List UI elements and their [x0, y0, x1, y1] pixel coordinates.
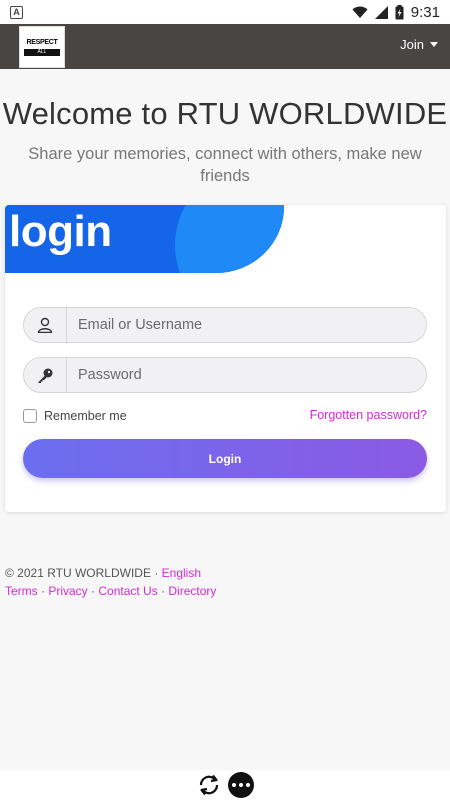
page-subtitle: Share your memories, connect with others… — [28, 145, 422, 185]
remember-checkbox[interactable] — [23, 409, 37, 423]
footer-separator: · — [87, 584, 99, 598]
status-bar: A 9:31 — [0, 0, 450, 24]
footer-line-1: © 2021 RTU WORLDWIDE · English — [5, 564, 216, 582]
password-field — [23, 357, 427, 393]
language-link[interactable]: English — [162, 566, 201, 580]
directory-link[interactable]: Directory — [168, 584, 216, 598]
join-label: Join — [400, 37, 424, 52]
login-banner: login — [5, 205, 284, 273]
more-options-icon[interactable] — [228, 772, 254, 798]
banner-decoration — [175, 205, 284, 273]
site-logo[interactable]: RESPECT ALL — [19, 26, 65, 68]
logo-text: RESPECT — [26, 38, 58, 46]
footer: © 2021 RTU WORLDWIDE · English Terms · P… — [5, 564, 216, 600]
caret-down-icon — [430, 42, 438, 47]
logo-subtext: ALL — [24, 48, 60, 56]
battery-icon — [395, 4, 404, 19]
bottom-toolbar — [0, 770, 450, 800]
key-icon — [24, 358, 67, 392]
login-heading: login — [9, 207, 112, 256]
remember-me: Remember me — [23, 409, 127, 423]
top-navbar: RESPECT ALL Join — [0, 24, 450, 69]
footer-line-2: Terms · Privacy · Contact Us · Directory — [5, 582, 216, 600]
footer-separator: · — [37, 584, 49, 598]
username-field — [23, 307, 427, 343]
copyright-text: © 2021 RTU WORLDWIDE · — [5, 566, 162, 580]
footer-separator: · — [157, 584, 169, 598]
contact-us-link[interactable]: Contact Us — [98, 584, 157, 598]
status-icons: 9:31 — [352, 4, 440, 21]
app-notification-icon: A — [10, 5, 23, 19]
wifi-icon — [352, 6, 368, 18]
username-input[interactable] — [67, 308, 426, 342]
password-input[interactable] — [67, 358, 426, 392]
terms-link[interactable]: Terms — [5, 584, 38, 598]
page-title: Welcome to RTU WORLDWIDE — [2, 96, 448, 131]
forgot-password-link[interactable]: Forgotten password? — [310, 408, 427, 422]
login-card: login Remember me Forgotten password? Lo… — [5, 205, 446, 512]
join-dropdown[interactable]: Join — [400, 37, 438, 52]
refresh-icon[interactable] — [196, 772, 222, 798]
signal-icon — [374, 5, 388, 19]
login-button[interactable]: Login — [23, 439, 427, 478]
remember-label: Remember me — [44, 409, 127, 423]
privacy-link[interactable]: Privacy — [48, 584, 87, 598]
user-icon — [24, 308, 67, 342]
clock: 9:31 — [410, 3, 440, 21]
